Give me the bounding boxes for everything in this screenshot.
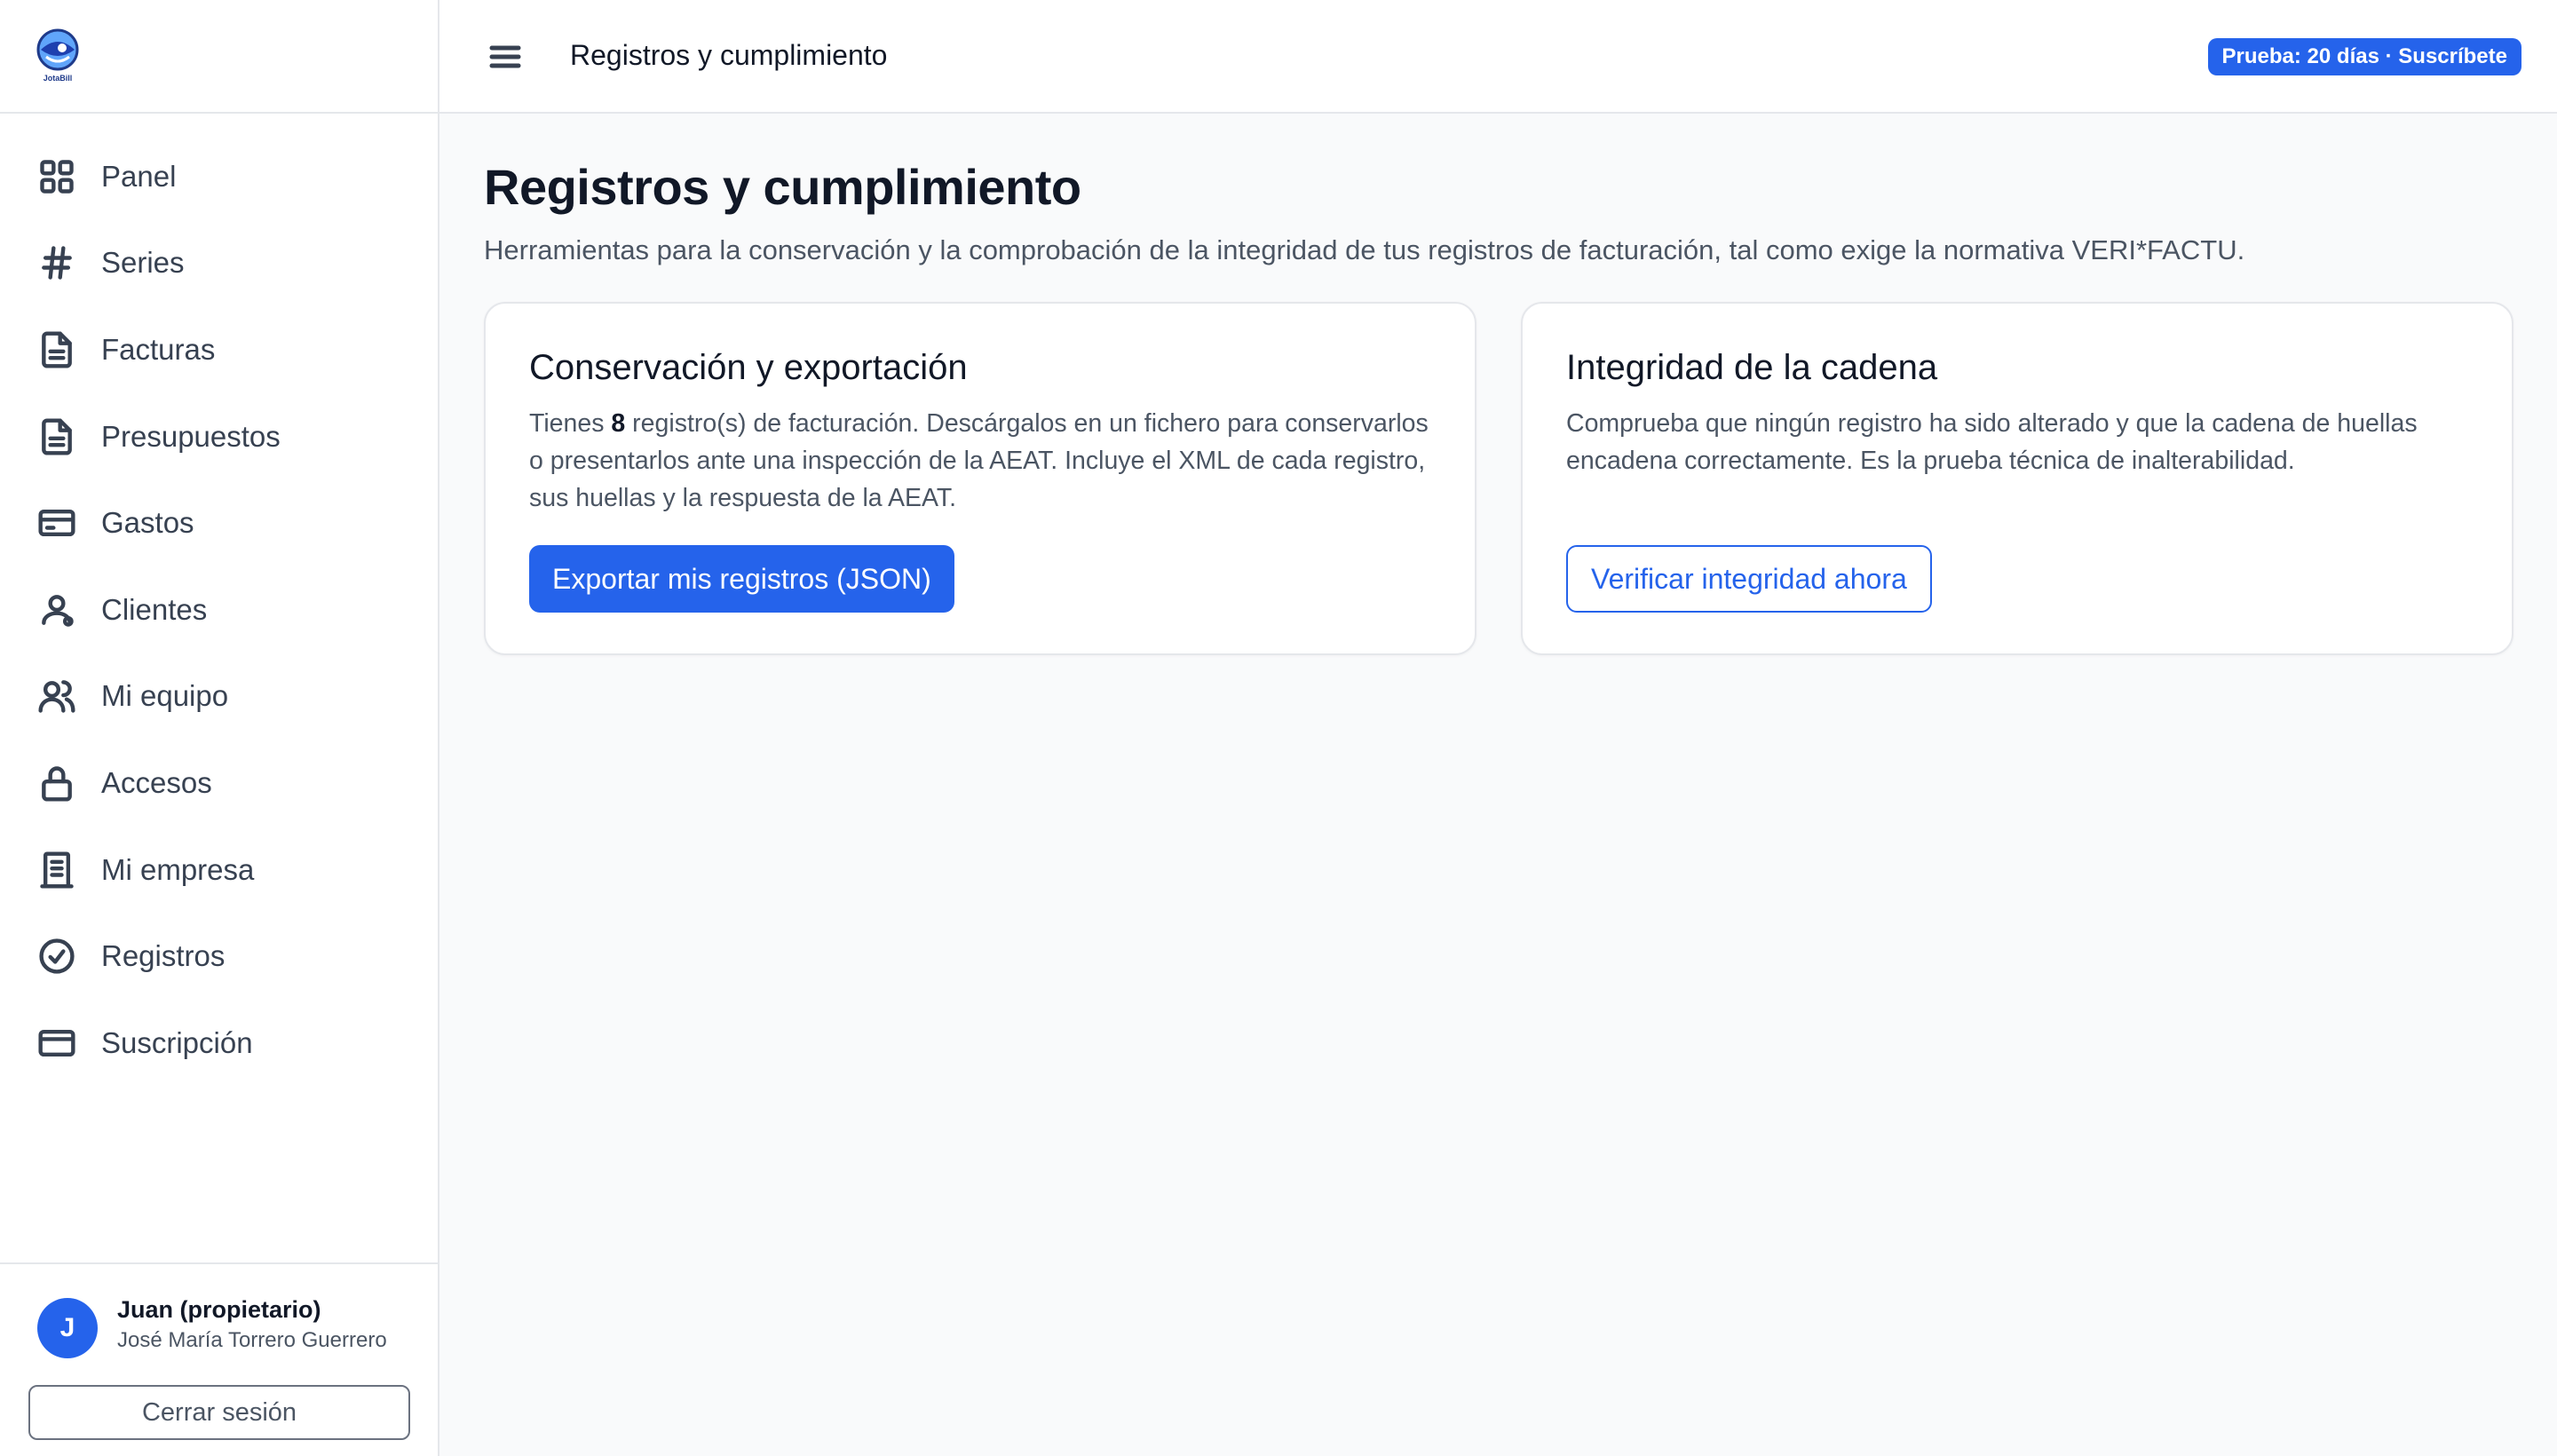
sidebar-item-label: Series bbox=[101, 246, 185, 280]
logo-area: JotaBill bbox=[0, 0, 438, 114]
top-bar: Registros y cumplimiento Prueba: 20 días… bbox=[439, 0, 2557, 114]
avatar: J bbox=[37, 1298, 98, 1358]
integrity-card: Integridad de la cadena Comprueba que ni… bbox=[1521, 302, 2513, 655]
export-text-before: Tienes bbox=[529, 409, 612, 438]
header-title: Registros y cumplimiento bbox=[570, 39, 888, 71]
sidebar-item-panel[interactable]: Panel bbox=[0, 133, 438, 220]
svg-text:JotaBill: JotaBill bbox=[44, 74, 73, 83]
trial-badge[interactable]: Prueba: 20 días · Suscríbete bbox=[2207, 38, 2521, 75]
export-card: Conservación y exportación Tienes 8 regi… bbox=[484, 302, 1476, 655]
users-icon bbox=[37, 677, 76, 716]
verify-integrity-button[interactable]: Verificar integridad ahora bbox=[1566, 545, 1932, 613]
page-title: Registros y cumplimiento bbox=[484, 159, 1081, 215]
sidebar-item-label: Clientes bbox=[101, 592, 208, 626]
user-company: José María Torrero Guerrero bbox=[117, 1328, 387, 1352]
sidebar-item-suscripcion[interactable]: Suscripción bbox=[0, 1000, 438, 1087]
lock-icon bbox=[37, 764, 76, 803]
integrity-card-title: Integridad de la cadena bbox=[1566, 348, 1938, 387]
check-circle-icon bbox=[37, 937, 76, 976]
sidebar-item-label: Gastos bbox=[101, 506, 194, 540]
user-panel: J Juan (propietario) José María Torrero … bbox=[0, 1262, 438, 1456]
credit-card-icon bbox=[37, 1024, 76, 1063]
sidebar-item-presupuestos[interactable]: Presupuestos bbox=[0, 393, 438, 480]
sidebar-item-clientes[interactable]: Clientes bbox=[0, 566, 438, 653]
sidebar-item-label: Mi empresa bbox=[101, 852, 255, 886]
sidebar-item-accesos[interactable]: Accesos bbox=[0, 740, 438, 827]
sidebar-item-gastos[interactable]: Gastos bbox=[0, 479, 438, 566]
export-records-button[interactable]: Exportar mis registros (JSON) bbox=[529, 545, 954, 613]
sidebar-item-mi-empresa[interactable]: Mi empresa bbox=[0, 827, 438, 914]
sidebar-item-label: Presupuestos bbox=[101, 419, 281, 453]
sidebar-nav: Panel Series Facturas Presupuestos Gasto… bbox=[0, 133, 438, 1087]
sidebar-item-label: Panel bbox=[101, 159, 177, 193]
receipt-card-icon bbox=[37, 503, 76, 542]
sidebar-item-label: Accesos bbox=[101, 765, 212, 799]
clients-icon bbox=[37, 590, 76, 629]
grid-icon bbox=[37, 157, 76, 196]
export-text-after: registro(s) de facturación. Descárgalos … bbox=[529, 409, 1429, 512]
sidebar-item-label: Facturas bbox=[101, 332, 216, 366]
menu-icon[interactable] bbox=[487, 39, 523, 75]
sidebar-item-label: Registros bbox=[101, 939, 226, 973]
user-name: Juan (propietario) bbox=[117, 1296, 321, 1323]
sidebar-item-facturas[interactable]: Facturas bbox=[0, 306, 438, 393]
export-card-title: Conservación y exportación bbox=[529, 348, 968, 387]
app-logo[interactable]: JotaBill bbox=[32, 27, 83, 83]
sidebar-item-label: Suscripción bbox=[101, 1025, 253, 1059]
record-count: 8 bbox=[611, 409, 626, 438]
hash-icon bbox=[37, 243, 76, 282]
logout-button[interactable]: Cerrar sesión bbox=[28, 1385, 410, 1440]
sidebar-item-registros[interactable]: Registros bbox=[0, 913, 438, 1000]
export-card-text: Tienes 8 registro(s) de facturación. Des… bbox=[529, 405, 1444, 517]
sidebar-item-label: Mi equipo bbox=[101, 679, 229, 713]
integrity-card-text: Comprueba que ningún registro ha sido al… bbox=[1566, 409, 2418, 475]
building-icon bbox=[37, 851, 76, 890]
sidebar-item-series[interactable]: Series bbox=[0, 220, 438, 307]
page-subtitle: Herramientas para la conservación y la c… bbox=[484, 234, 2245, 265]
sidebar: JotaBill Panel Series Facturas Presupues… bbox=[0, 0, 439, 1456]
sidebar-item-mi-equipo[interactable]: Mi equipo bbox=[0, 653, 438, 740]
document-icon bbox=[37, 330, 76, 369]
document-icon bbox=[37, 417, 76, 456]
